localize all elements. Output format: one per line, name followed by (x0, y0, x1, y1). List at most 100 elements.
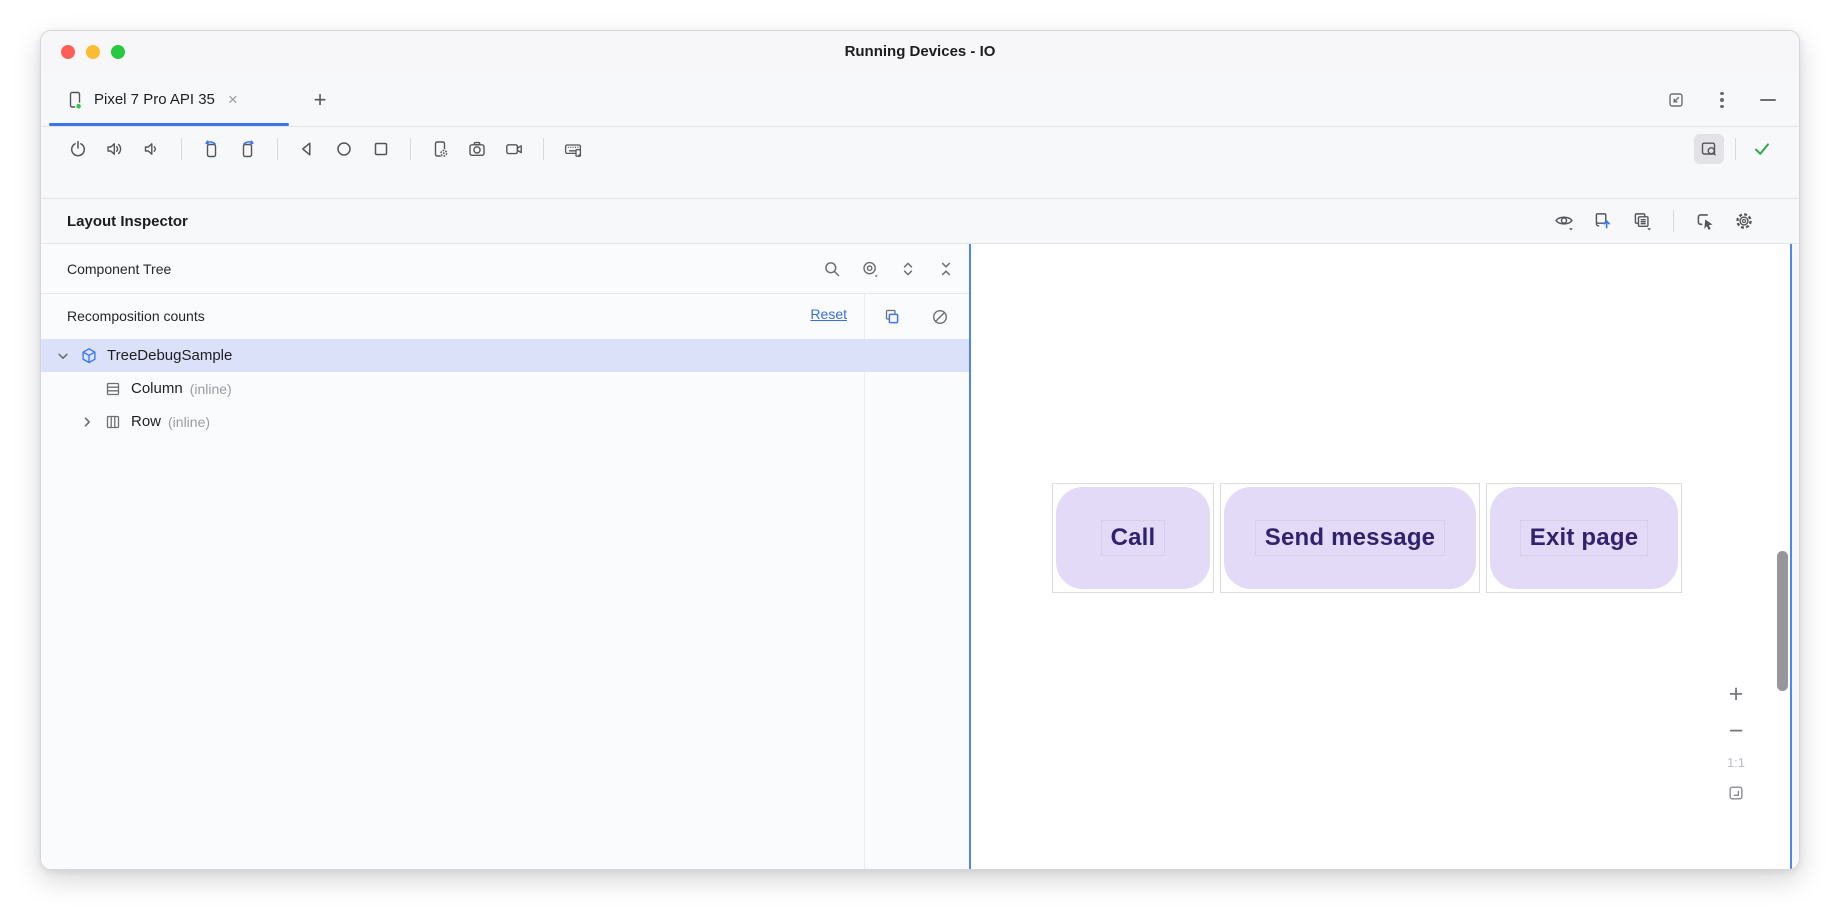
task-done-button[interactable] (1747, 134, 1777, 164)
send-message-button[interactable]: Send message (1224, 487, 1476, 589)
hide-toolwindow-button[interactable] (1753, 85, 1783, 115)
search-icon (822, 259, 842, 279)
tab-close-icon[interactable]: × (224, 90, 242, 110)
hardware-input-button[interactable] (558, 134, 588, 164)
overview-button[interactable] (366, 134, 396, 164)
layout-inspector-actions (1549, 206, 1759, 236)
volume-down-button[interactable] (137, 134, 167, 164)
recomposition-counts-label: Recomposition counts (67, 294, 205, 339)
visibility-options-button[interactable] (855, 254, 885, 284)
layout-inspector-toggle-button[interactable] (1694, 134, 1724, 164)
toolbar-right-actions (1694, 134, 1777, 164)
device-toolbar (41, 127, 1799, 199)
recomposition-counts-icon (882, 307, 902, 327)
video-camera-icon (504, 139, 524, 159)
chevron-down-icon[interactable] (53, 346, 73, 366)
export-snapshot-button[interactable] (1588, 206, 1618, 236)
running-devices-window: Running Devices - IO Pixel 7 Pro API 35 … (40, 30, 1800, 870)
phone-icon (65, 90, 85, 110)
separator (543, 138, 544, 160)
search-button[interactable] (817, 254, 847, 284)
zoom-to-fit-button[interactable] (1724, 781, 1748, 805)
screen-record-button[interactable] (499, 134, 529, 164)
expand-all-button[interactable] (893, 254, 923, 284)
panel-right-margin (1792, 244, 1799, 869)
home-icon (334, 139, 354, 159)
separator (410, 138, 411, 160)
eye-icon (1553, 210, 1575, 232)
node-label: TreeDebugSample (107, 347, 232, 364)
skip-counts-button[interactable] (925, 302, 955, 332)
visibility-options-icon (860, 259, 880, 279)
layout-bounds-exit-page: Exit page (1486, 483, 1682, 593)
tab-label: Pixel 7 Pro API 35 (94, 91, 215, 108)
layout-inspector-icon (1699, 139, 1719, 159)
rotate-right-button[interactable] (233, 134, 263, 164)
volume-up-icon (105, 139, 125, 159)
active-tab-underline (49, 123, 289, 126)
component-tree-header: Component Tree (41, 244, 969, 294)
separator (1735, 138, 1736, 160)
vertical-scrollbar-thumb[interactable] (1777, 551, 1788, 691)
export-snapshot-icon (1592, 210, 1614, 232)
embed-window-button[interactable] (1661, 85, 1691, 115)
green-check-icon (1752, 139, 1772, 159)
volume-up-button[interactable] (100, 134, 130, 164)
volume-down-icon (142, 139, 162, 159)
select-pointer-icon (1694, 210, 1716, 232)
back-icon (297, 139, 317, 159)
zoom-actual-size-button[interactable]: 1:1 (1727, 755, 1745, 770)
tab-pixel-7-pro[interactable]: Pixel 7 Pro API 35 × (49, 73, 250, 126)
zoom-controls: + − 1:1 (1719, 681, 1753, 805)
zoom-in-button[interactable]: + (1729, 681, 1744, 707)
tab-bar: Pixel 7 Pro API 35 × + (41, 73, 1799, 127)
component-tree-actions (817, 254, 961, 284)
kebab-icon (1720, 92, 1724, 109)
home-button[interactable] (329, 134, 359, 164)
back-button[interactable] (292, 134, 322, 164)
component-tree-title: Component Tree (67, 244, 171, 294)
device-screen-panel: Call Send message Exit page + − 1:1 (971, 244, 1799, 869)
reset-counts-link[interactable]: Reset (810, 306, 847, 322)
layout-bounds-send-message: Send message (1220, 483, 1480, 593)
device-toolbar-buttons (63, 134, 588, 164)
call-button-label: Call (1101, 520, 1166, 556)
tree-row-row[interactable]: Row (inline) (41, 405, 969, 438)
layout-inspector-title: Layout Inspector (67, 199, 188, 244)
keyboard-icon (563, 139, 583, 159)
layout-bounds-row: Call Send message Exit page (1052, 483, 1682, 593)
tabbar-right-actions (1661, 85, 1783, 115)
more-options-button[interactable] (1707, 85, 1737, 115)
overview-icon (371, 139, 391, 159)
component-tree: TreeDebugSample Column (inline) (41, 339, 969, 438)
select-component-button[interactable] (1690, 206, 1720, 236)
column-composable-icon (103, 379, 123, 399)
power-icon (68, 139, 88, 159)
rotate-left-icon (201, 139, 221, 159)
exit-page-button-label: Exit page (1520, 520, 1649, 556)
device-settings-button[interactable] (425, 134, 455, 164)
call-button[interactable]: Call (1056, 487, 1210, 589)
recomposition-highlight-button[interactable] (877, 302, 907, 332)
new-tab-button[interactable]: + (305, 85, 335, 115)
screenshot-button[interactable] (462, 134, 492, 164)
chevron-right-icon[interactable] (77, 412, 97, 432)
power-button[interactable] (63, 134, 93, 164)
zoom-to-fit-icon (1727, 784, 1745, 802)
separator (1673, 210, 1674, 232)
exit-page-button[interactable]: Exit page (1490, 487, 1678, 589)
settings-button[interactable] (1729, 206, 1759, 236)
view-options-button[interactable] (1549, 206, 1579, 236)
tree-row-treedebugsample[interactable]: TreeDebugSample (41, 339, 969, 372)
camera-icon (467, 139, 487, 159)
rotate-left-button[interactable] (196, 134, 226, 164)
collapse-all-button[interactable] (931, 254, 961, 284)
collapse-all-icon (936, 259, 956, 279)
window-title: Running Devices - IO (41, 31, 1799, 73)
tree-row-column[interactable]: Column (inline) (41, 372, 969, 405)
node-suffix: (inline) (190, 381, 232, 397)
compose-node-icon (79, 346, 99, 366)
zoom-out-button[interactable]: − (1729, 718, 1744, 744)
node-label: Column (131, 380, 183, 397)
snapshot-views-button[interactable] (1627, 206, 1657, 236)
